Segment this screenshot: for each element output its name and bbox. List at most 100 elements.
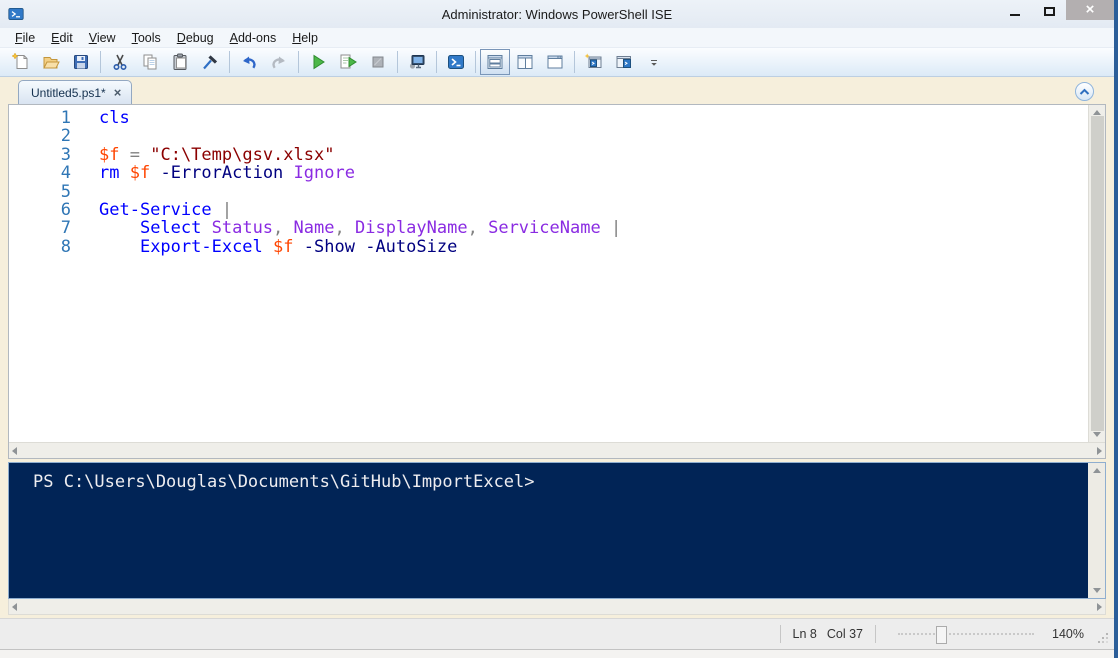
- show-script-pane-maximized-icon: [545, 52, 565, 72]
- open-script-icon: [41, 52, 61, 72]
- toolbar-overflow-icon: [644, 52, 664, 72]
- show-script-pane-right-button[interactable]: [510, 49, 540, 75]
- paste-button[interactable]: [165, 49, 195, 75]
- tab-close-icon[interactable]: ×: [114, 86, 122, 99]
- show-script-pane-top-icon: [485, 52, 505, 72]
- code-line[interactable]: 6Get-Service |: [9, 201, 1088, 219]
- redo-icon: [269, 52, 289, 72]
- resize-grip-icon[interactable]: [1096, 633, 1108, 645]
- powershell-app-icon: [8, 6, 25, 22]
- toolbar-separator: [298, 51, 299, 73]
- scroll-up-icon[interactable]: [1093, 110, 1101, 115]
- code-line[interactable]: 1 cls: [9, 109, 1088, 127]
- status-separator: [780, 625, 781, 643]
- console-prompt[interactable]: PS C:\Users\Douglas\Documents\GitHub\Imp…: [9, 463, 1088, 598]
- line-number: 4: [9, 164, 71, 182]
- line-indicator: Ln 8: [793, 627, 817, 641]
- menu-tools[interactable]: Tools: [125, 29, 168, 47]
- code-text: cls: [99, 109, 130, 127]
- run-script-button[interactable]: [303, 49, 333, 75]
- scroll-left-icon[interactable]: [12, 603, 17, 611]
- code-line[interactable]: 3$f = "C:\Temp\gsv.xlsx": [9, 146, 1088, 164]
- scroll-down-icon[interactable]: [1093, 588, 1101, 593]
- copy-button[interactable]: [135, 49, 165, 75]
- new-powershell-tab-button[interactable]: [579, 49, 609, 75]
- editor-vertical-scrollbar[interactable]: [1088, 105, 1105, 442]
- scroll-left-icon[interactable]: [12, 447, 17, 455]
- stop-operation-button[interactable]: [363, 49, 393, 75]
- line-number: 2: [9, 127, 71, 145]
- toolbar-separator: [574, 51, 575, 73]
- run-selection-button[interactable]: [333, 49, 363, 75]
- code-line[interactable]: 7 Select Status, Name, DisplayName, Serv…: [9, 219, 1088, 237]
- new-script-icon: [11, 52, 31, 72]
- editor-code[interactable]: 1 cls 23$f = "C:\Temp\gsv.xlsx"4 rm $f -Err…: [9, 105, 1088, 442]
- maximize-button[interactable]: [1032, 0, 1066, 22]
- editor-horizontal-scrollbar[interactable]: [9, 442, 1105, 458]
- minimize-icon: [1010, 14, 1020, 16]
- cursor-position: Ln 8 Col 37: [793, 627, 863, 641]
- scroll-down-icon[interactable]: [1093, 432, 1101, 437]
- code-line[interactable]: 5: [9, 183, 1088, 201]
- zoom-slider-thumb[interactable]: [936, 626, 947, 644]
- toolbar-overflow-button[interactable]: [639, 49, 669, 75]
- toolbar: [0, 48, 1114, 77]
- menu-edit[interactable]: Edit: [44, 29, 80, 47]
- new-remote-powershell-tab-icon: [407, 52, 427, 72]
- powershell-ise-window: Administrator: Windows PowerShell ISE × …: [0, 0, 1118, 658]
- undo-icon: [239, 52, 259, 72]
- minimize-button[interactable]: [998, 0, 1032, 22]
- scroll-right-icon[interactable]: [1097, 447, 1102, 455]
- start-powershell-exe-button[interactable]: [441, 49, 471, 75]
- code-line[interactable]: 8 Export-Excel $f -Show -AutoSize: [9, 238, 1088, 256]
- cut-button[interactable]: [105, 49, 135, 75]
- close-button[interactable]: ×: [1066, 0, 1114, 20]
- console-horizontal-scrollbar[interactable]: [8, 599, 1106, 615]
- show-powershell-tab-button[interactable]: [609, 49, 639, 75]
- scrollbar-thumb[interactable]: [1091, 116, 1104, 431]
- code-line[interactable]: 2: [9, 127, 1088, 145]
- menu-view[interactable]: View: [82, 29, 123, 47]
- copy-icon: [140, 52, 160, 72]
- chevron-up-icon: [1079, 88, 1090, 96]
- zoom-slider[interactable]: [898, 633, 1034, 635]
- toolbar-separator: [436, 51, 437, 73]
- script-pane-collapse-button[interactable]: [1075, 82, 1094, 101]
- clear-console-pane-button[interactable]: [195, 49, 225, 75]
- line-number: 8: [9, 238, 71, 256]
- toolbar-separator: [229, 51, 230, 73]
- menu-file[interactable]: File: [8, 29, 42, 47]
- column-indicator: Col 37: [827, 627, 863, 641]
- start-powershell-exe-icon: [446, 52, 466, 72]
- code-text: rm $f -ErrorAction Ignore: [99, 164, 355, 182]
- show-script-pane-maximized-button[interactable]: [540, 49, 570, 75]
- undo-button[interactable]: [234, 49, 264, 75]
- code-text: Export-Excel $f -Show -AutoSize: [99, 238, 457, 256]
- menu-debug[interactable]: Debug: [170, 29, 221, 47]
- show-powershell-tab-icon: [614, 52, 634, 72]
- maximize-icon: [1044, 7, 1055, 16]
- stop-operation-icon: [368, 52, 388, 72]
- save-script-icon: [71, 52, 91, 72]
- console-vertical-scrollbar[interactable]: [1088, 463, 1105, 598]
- menu-bar: FileEditViewToolsDebugAdd-onsHelp: [0, 28, 1114, 48]
- scroll-right-icon[interactable]: [1097, 603, 1102, 611]
- save-script-button[interactable]: [66, 49, 96, 75]
- redo-button[interactable]: [264, 49, 294, 75]
- show-script-pane-right-icon: [515, 52, 535, 72]
- script-editor-pane: 1 cls 23$f = "C:\Temp\gsv.xlsx"4 rm $f -Err…: [8, 104, 1106, 459]
- new-script-button[interactable]: [6, 49, 36, 75]
- tab-untitled5[interactable]: Untitled5.ps1* ×: [18, 80, 132, 104]
- toolbar-separator: [475, 51, 476, 73]
- open-script-button[interactable]: [36, 49, 66, 75]
- new-remote-powershell-tab-button[interactable]: [402, 49, 432, 75]
- cut-icon: [110, 52, 130, 72]
- tab-strip: Untitled5.ps1* ×: [8, 77, 1106, 104]
- menu-help[interactable]: Help: [285, 29, 325, 47]
- line-number: 1: [9, 109, 71, 127]
- code-line[interactable]: 4 rm $f -ErrorAction Ignore: [9, 164, 1088, 182]
- paste-icon: [170, 52, 190, 72]
- scroll-up-icon[interactable]: [1093, 468, 1101, 473]
- show-script-pane-top-button[interactable]: [480, 49, 510, 75]
- menu-add-ons[interactable]: Add-ons: [223, 29, 284, 47]
